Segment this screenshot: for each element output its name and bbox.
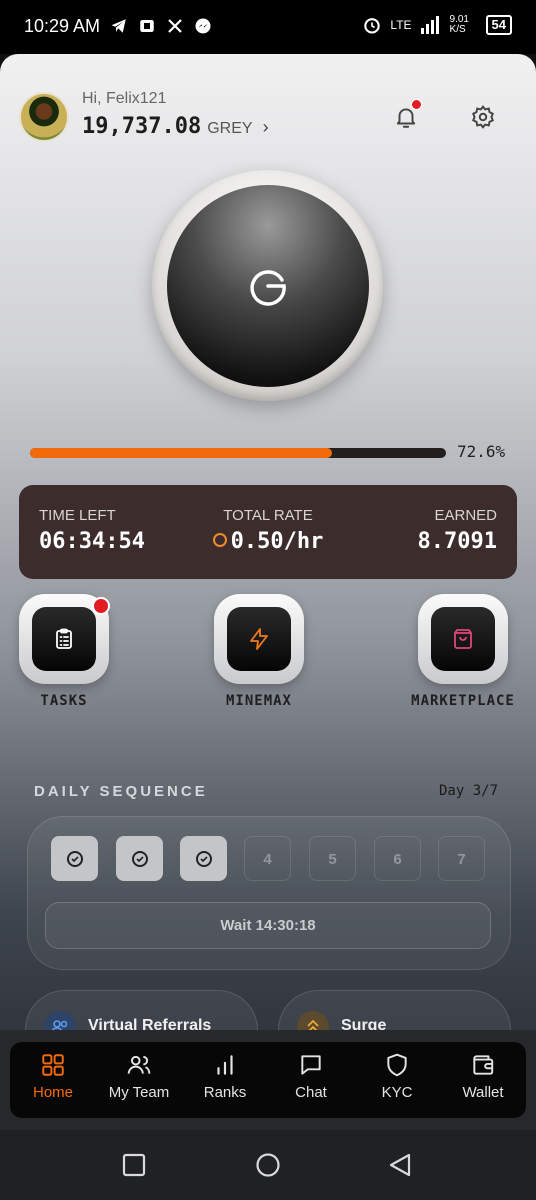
x-icon [166,17,184,35]
app-icon [138,17,156,35]
grey-logo-icon [250,270,286,306]
chat-icon [301,1055,321,1075]
nav-kyc-label: KYC [381,1084,413,1101]
signal-icon [420,16,439,34]
minemax-button-frame [214,594,304,684]
shopping-bag-icon [454,629,472,649]
system-nav-bar [0,1130,536,1200]
mining-progress-label: 72.6% [457,442,506,461]
minemax-button[interactable]: MINEMAX [214,594,304,709]
alarm-icon [364,18,381,34]
nav-my-team[interactable]: My Team [99,1052,179,1101]
day-7-box: 7 [438,836,485,881]
avatar[interactable] [19,92,69,142]
nav-my-team-label: My Team [108,1084,170,1101]
day-5-box: 5 [309,836,356,881]
wait-button[interactable]: Wait 14:30:18 [45,902,491,949]
status-time: 10:29 AM [24,16,101,36]
mining-progress-bar [30,448,446,458]
balance-value: 19,737.08 [82,114,202,139]
earned-label: EARNED [434,507,497,524]
nav-ranks-label: Ranks [203,1084,247,1101]
minemax-label: MINEMAX [225,693,292,709]
earned-value: 8.7091 [417,529,497,554]
recents-icon[interactable] [121,1152,147,1178]
network-label: LTE [390,18,412,32]
coin-icon [212,533,227,547]
users-icon [127,1055,151,1074]
messenger-icon [194,17,212,35]
status-right: LTE 9.01 K/S 54 [362,15,512,35]
marketplace-button-frame [418,594,508,684]
day-2-box [116,836,163,881]
marketplace-button-face [431,607,495,671]
clipboard-icon [56,628,72,649]
speed-label: 9.01 K/S [449,14,469,35]
lightning-icon [250,628,268,650]
notification-icons [110,17,212,35]
balance-currency: GREY [207,120,253,137]
check-circle-icon [195,851,212,868]
day-4-box: 4 [244,836,291,881]
day-6-box: 6 [374,836,421,881]
greeting-text: Hi, Felix121 [82,90,167,107]
grid-icon [42,1054,64,1076]
check-circle-icon [131,851,148,868]
nav-chat[interactable]: Chat [271,1052,351,1101]
day-3-box [180,836,227,881]
total-rate-value: 0.50/hr [230,529,324,554]
balance-row[interactable]: 19,737.08 GREY › [82,114,269,139]
mining-progress-fill [30,448,333,458]
bar-chart-icon [217,1055,233,1075]
nav-home-label: Home [32,1084,73,1101]
bottom-nav: Home My Team Ranks Chat KYC Wallet [10,1042,526,1118]
marketplace-button[interactable]: MARKETPLACE [411,594,514,709]
wallet-icon [473,1055,494,1075]
back-icon[interactable] [387,1152,413,1178]
nav-wallet[interactable]: Wallet [443,1052,523,1101]
minemax-button-face [227,607,291,671]
tasks-notification-dot [92,597,110,615]
home-circle-icon[interactable] [255,1152,281,1178]
daily-sequence-day: Day 3/7 [439,783,499,799]
check-circle-icon [66,851,83,868]
tasks-button-face [32,607,96,671]
daily-sequence-title: DAILY SEQUENCE [34,783,208,800]
chevron-right-icon: › [262,117,269,137]
nav-kyc[interactable]: KYC [357,1052,437,1101]
stats-card: TIME LEFT 06:34:54 TOTAL RATE 0.50/hr EA… [19,485,517,579]
shield-icon [387,1053,407,1077]
battery-indicator: 54 [485,15,512,35]
nav-home[interactable]: Home [13,1052,93,1101]
telegram-icon [110,17,128,35]
tasks-label: TASKS [40,693,88,709]
gear-icon[interactable] [470,104,496,130]
notification-dot [411,99,422,110]
nav-wallet-label: Wallet [462,1084,504,1101]
app-screen: Hi, Felix121 19,737.08 GREY › 72.6% TIME… [0,54,536,1130]
nav-ranks[interactable]: Ranks [185,1052,265,1101]
status-bar: 10:29 AM LTE 9.01 K/S 54 [0,0,536,54]
marketplace-label: MARKETPLACE [411,693,515,709]
nav-chat-label: Chat [295,1084,327,1101]
day-1-box [51,836,98,881]
